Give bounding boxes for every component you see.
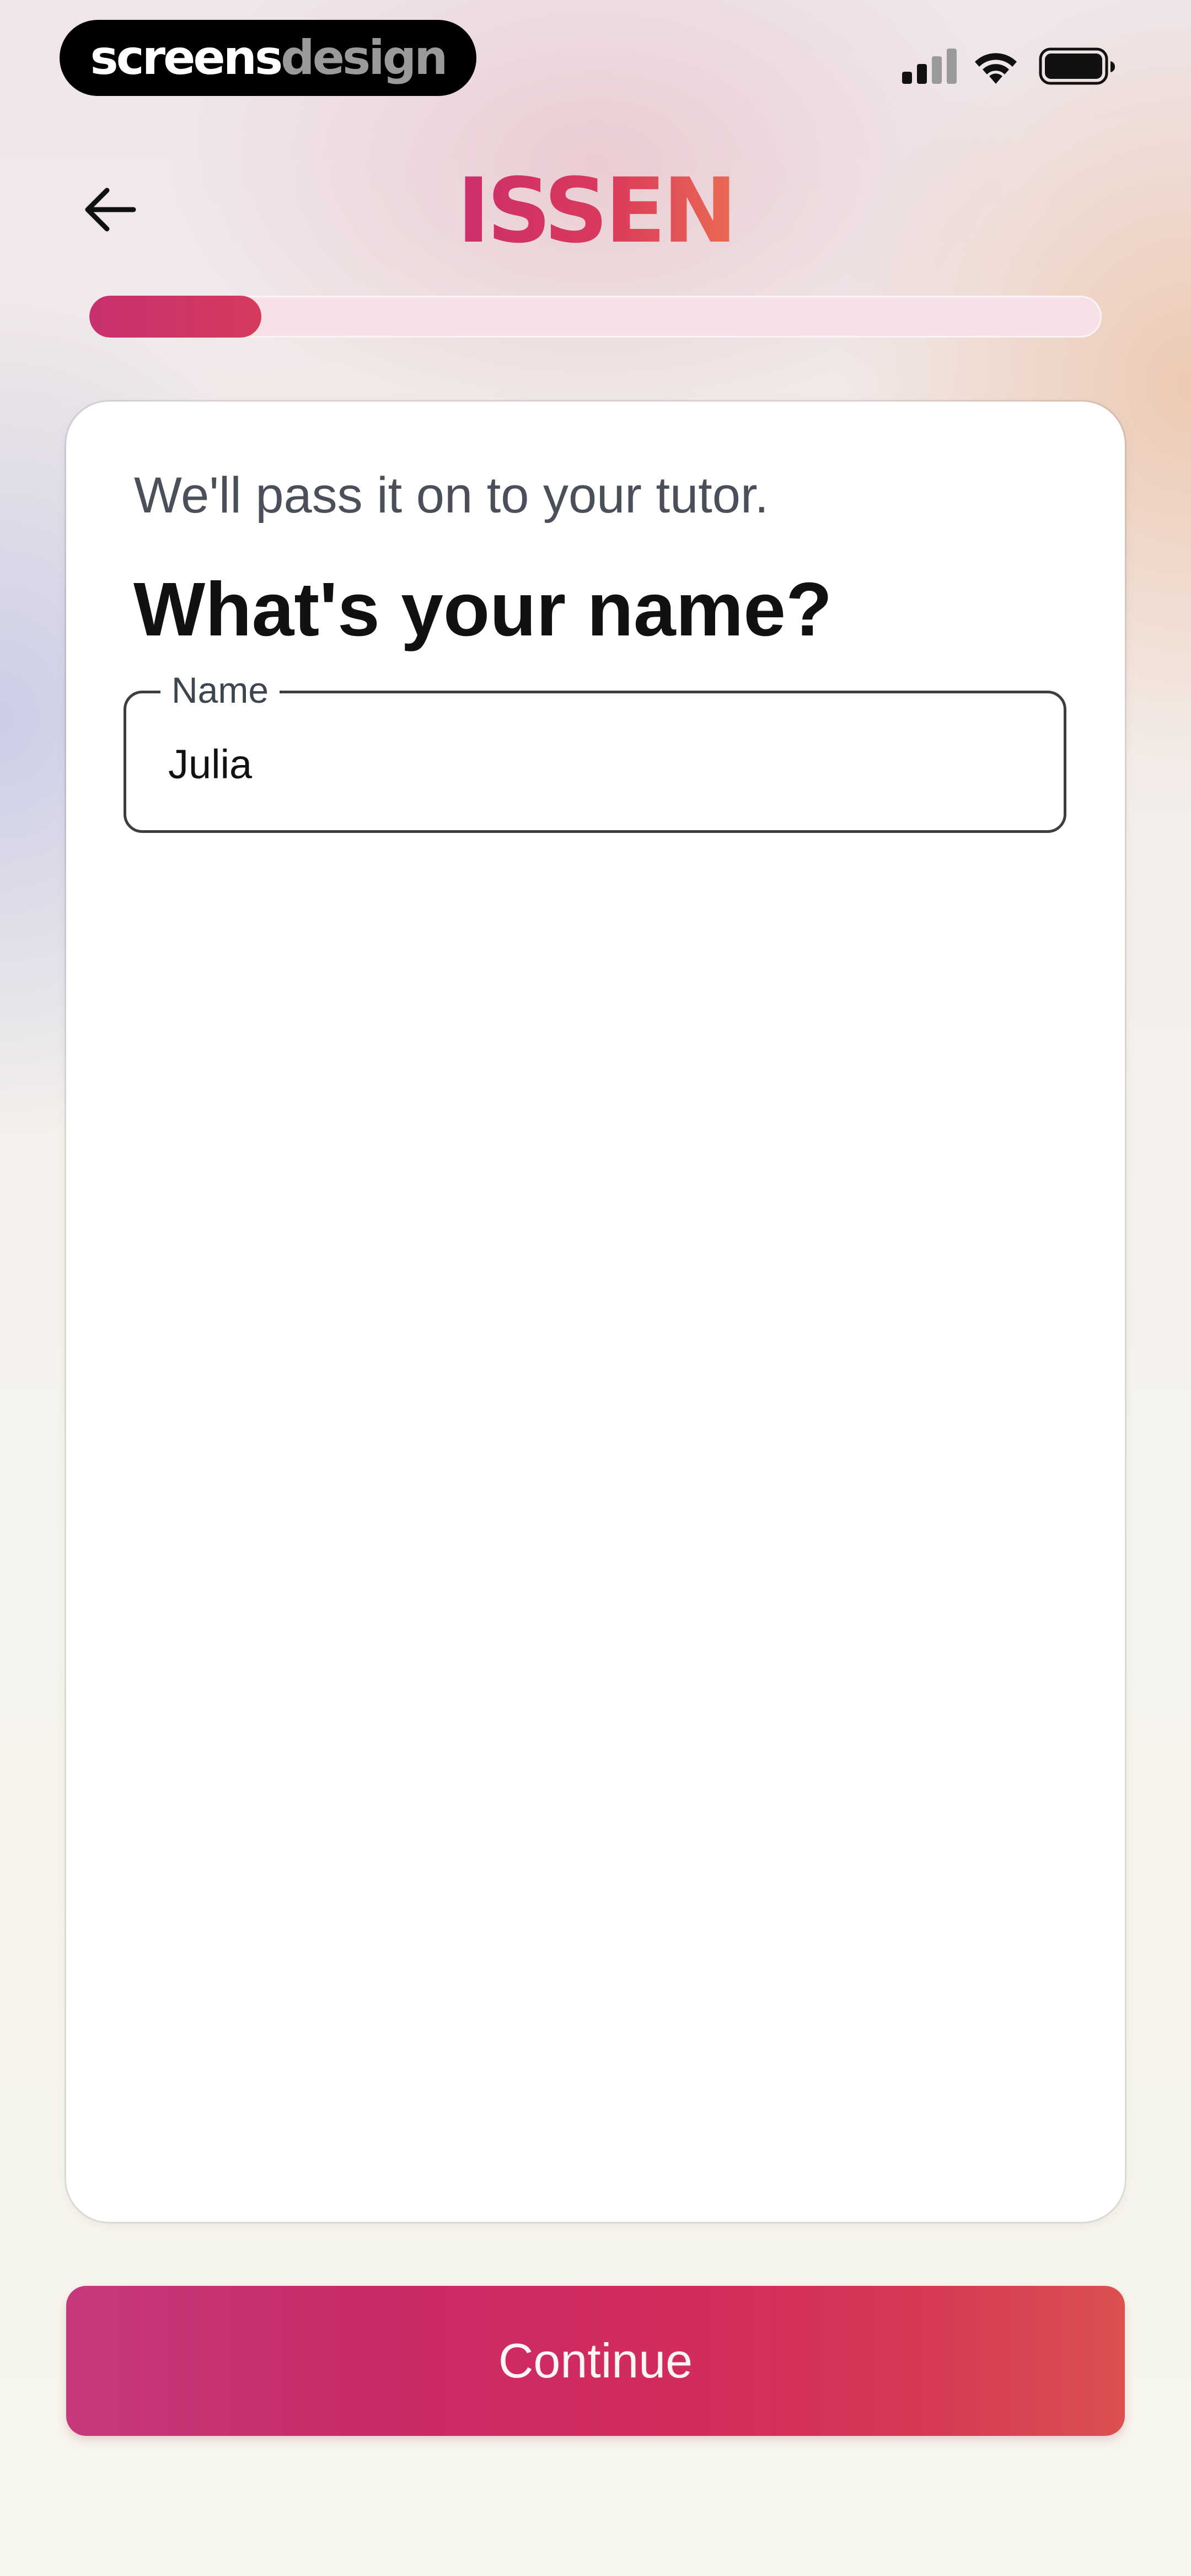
cellular-signal-icon <box>902 49 957 84</box>
onboarding-progress-bar <box>89 296 1102 338</box>
name-input[interactable] <box>168 736 995 792</box>
continue-button[interactable]: Continue <box>66 2286 1125 2436</box>
screensdesign-watermark: screens design <box>60 20 476 96</box>
form-subtitle: We'll pass it on to your tutor. <box>134 467 769 523</box>
wifi-icon <box>975 53 1017 84</box>
progress-fill <box>89 296 262 338</box>
arrow-left-icon <box>85 188 136 232</box>
form-card: We'll pass it on to your tutor. What's y… <box>66 402 1125 2222</box>
name-field[interactable]: Name <box>124 665 1066 833</box>
issen-logo: ISSEN <box>457 165 738 254</box>
name-field-label: Name <box>160 665 280 715</box>
back-button[interactable] <box>77 177 143 243</box>
logo-text: ISSEN <box>457 165 734 254</box>
brand-part-screens: screens <box>90 30 283 85</box>
status-bar: screens design <box>0 0 1191 116</box>
form-title: What's your name? <box>133 567 833 652</box>
brand-part-design: design <box>281 30 448 85</box>
battery-icon <box>1039 47 1115 85</box>
